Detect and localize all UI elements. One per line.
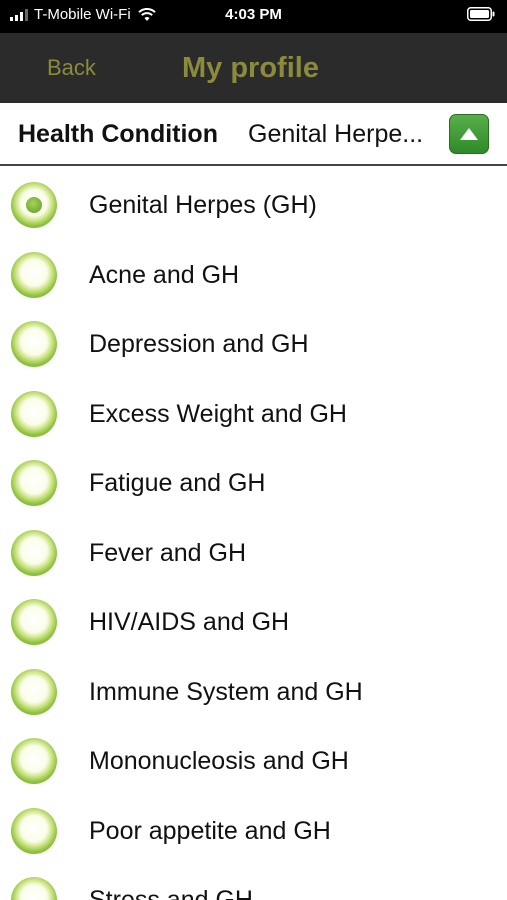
radio-button[interactable] [11, 669, 57, 715]
list-item-mononucleosis[interactable]: Mononucleosis and GH [0, 726, 507, 796]
list-item-label: Immune System and GH [89, 678, 363, 706]
list-item-acne[interactable]: Acne and GH [0, 240, 507, 310]
list-item-label: HIV/AIDS and GH [89, 608, 290, 636]
collapse-dropdown-button[interactable] [449, 114, 489, 154]
health-condition-selector[interactable]: Health Condition Genital Herpe... [0, 103, 507, 166]
radio-button[interactable] [11, 738, 57, 784]
selector-label: Health Condition [18, 120, 218, 148]
list-item-label: Stress and GH [89, 886, 253, 900]
list-item-stress[interactable]: Stress and GH [0, 865, 507, 900]
list-item-poor-appetite[interactable]: Poor appetite and GH [0, 796, 507, 866]
list-item-excess-weight[interactable]: Excess Weight and GH [0, 379, 507, 449]
list-item-genital-herpes[interactable]: Genital Herpes (GH) [0, 170, 507, 240]
radio-button[interactable] [11, 252, 57, 298]
radio-button[interactable] [11, 599, 57, 645]
page-title: My profile [182, 52, 319, 84]
radio-button[interactable] [11, 391, 57, 437]
list-item-label: Mononucleosis and GH [89, 747, 349, 775]
radio-button[interactable] [11, 182, 57, 228]
radio-button[interactable] [11, 808, 57, 854]
list-item-hiv-aids[interactable]: HIV/AIDS and GH [0, 587, 507, 657]
radio-selected-dot [26, 197, 42, 213]
list-item-fatigue[interactable]: Fatigue and GH [0, 448, 507, 518]
navigation-bar: Back My profile [0, 33, 507, 103]
list-item-label: Acne and GH [89, 261, 240, 289]
battery-icon [467, 7, 495, 21]
health-condition-list: Genital Herpes (GH) Acne and GH Depressi… [0, 168, 507, 900]
radio-button[interactable] [11, 877, 57, 900]
radio-button[interactable] [11, 460, 57, 506]
list-item-label: Fatigue and GH [89, 469, 266, 497]
radio-button[interactable] [11, 321, 57, 367]
list-item-label: Depression and GH [89, 330, 309, 358]
list-item-fever[interactable]: Fever and GH [0, 518, 507, 588]
list-item-immune-system[interactable]: Immune System and GH [0, 657, 507, 727]
selector-value[interactable]: Genital Herpe... [248, 103, 438, 166]
back-button[interactable]: Back [47, 33, 96, 103]
status-bar: T-Mobile Wi-Fi 4:03 PM [0, 0, 507, 33]
list-item-depression[interactable]: Depression and GH [0, 309, 507, 379]
list-item-label: Excess Weight and GH [89, 400, 347, 428]
status-time: 4:03 PM [225, 6, 282, 23]
list-item-label: Genital Herpes (GH) [89, 191, 317, 219]
list-item-label: Poor appetite and GH [89, 817, 331, 845]
list-item-label: Fever and GH [89, 539, 247, 567]
radio-button[interactable] [11, 530, 57, 576]
triangle-up-icon [460, 128, 478, 140]
